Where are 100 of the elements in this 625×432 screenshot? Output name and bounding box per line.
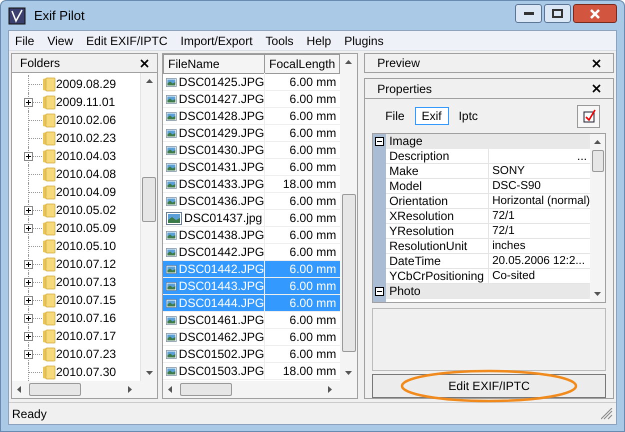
folder-item[interactable]: 2010.07.12: [56, 255, 116, 273]
image-file-icon: [166, 110, 177, 122]
file-name: DSC01429.JPG: [178, 125, 264, 142]
file-row[interactable]: DSC01462.JPG 6.00 mm: [163, 329, 340, 346]
group-header[interactable]: Photo: [386, 284, 421, 299]
tab[interactable]: Iptc: [452, 107, 485, 125]
scroll-up-icon[interactable]: [146, 79, 153, 83]
file-row[interactable]: DSC01425.JPG 6.00 mm: [163, 74, 340, 91]
scroll-left-icon[interactable]: [168, 386, 172, 393]
folder-item[interactable]: 2010.07.15: [56, 291, 116, 309]
folder-item[interactable]: 2009.11.01: [56, 93, 116, 111]
scroll-down-icon[interactable]: [345, 371, 352, 375]
focal-length: 6.00 mm: [288, 329, 338, 346]
horizontal-scrollbar[interactable]: [163, 381, 358, 398]
folder-item[interactable]: 2010.07.13: [56, 273, 116, 291]
close-icon: [589, 8, 601, 18]
expand-icon[interactable]: [24, 332, 33, 341]
scroll-right-icon[interactable]: [128, 386, 132, 393]
expand-icon[interactable]: [24, 296, 33, 305]
expand-icon[interactable]: [24, 98, 33, 107]
scrollbar-thumb[interactable]: [180, 383, 232, 396]
file-row[interactable]: DSC01428.JPG 6.00 mm: [163, 108, 340, 125]
scroll-up-icon[interactable]: [594, 140, 601, 144]
collapse-icon[interactable]: [375, 137, 384, 146]
scroll-down-icon[interactable]: [594, 292, 601, 296]
image-file-icon: [166, 296, 177, 310]
horizontal-scrollbar[interactable]: [12, 381, 158, 398]
folder-icon: [42, 310, 56, 326]
tab[interactable]: Exif: [414, 107, 449, 125]
menu-item[interactable]: Help: [306, 32, 332, 50]
restore-icon: [552, 9, 563, 18]
expand-icon[interactable]: [24, 350, 33, 359]
folder-item[interactable]: 2010.05.09: [56, 219, 116, 237]
scroll-right-icon[interactable]: [328, 386, 332, 393]
menu-item[interactable]: Import/Export: [180, 32, 253, 50]
vertical-scrollbar[interactable]: [590, 134, 605, 302]
maximize-button[interactable]: [544, 4, 571, 23]
vertical-scrollbar[interactable]: [140, 73, 158, 381]
folder-item[interactable]: 2010.07.30: [56, 363, 116, 381]
folder-item[interactable]: 2010.02.06: [56, 111, 116, 129]
file-name: DSC01444.JPG: [178, 295, 264, 312]
scroll-up-icon[interactable]: [345, 60, 352, 64]
menu-item[interactable]: Tools: [266, 32, 294, 50]
tab[interactable]: File: [378, 107, 412, 125]
file-row[interactable]: DSC01431.JPG 6.00 mm: [163, 159, 340, 176]
scrollbar-thumb[interactable]: [29, 383, 81, 396]
file-row[interactable]: DSC01436.JPG 6.00 mm: [163, 193, 340, 210]
checklist-button[interactable]: [577, 104, 600, 128]
scroll-left-icon[interactable]: [17, 386, 21, 393]
file-row[interactable]: DSC01502.JPG 6.00 mm: [163, 346, 340, 363]
file-row[interactable]: DSC01503.JPG 18.00 mm: [163, 363, 340, 380]
focal-length: 6.00 mm: [288, 159, 338, 176]
menu-item[interactable]: Edit EXIF/IPTC: [86, 32, 168, 50]
folder-icon: [42, 256, 56, 272]
app-icon: [8, 6, 26, 24]
folder-item[interactable]: 2009.08.29: [56, 75, 116, 93]
file-row[interactable]: DSC01461.JPG 6.00 mm: [163, 312, 340, 329]
close-icon[interactable]: [592, 84, 601, 93]
folder-item[interactable]: 2010.04.09: [56, 183, 116, 201]
menu-item[interactable]: View: [47, 32, 74, 50]
expand-icon[interactable]: [24, 278, 33, 287]
menu-item[interactable]: File: [15, 32, 34, 50]
scrollbar-thumb[interactable]: [142, 177, 156, 222]
minimize-button[interactable]: [515, 4, 542, 23]
close-button[interactable]: [573, 4, 617, 23]
expand-icon[interactable]: [24, 224, 33, 233]
vertical-scrollbar[interactable]: [340, 54, 358, 381]
scrollbar-thumb[interactable]: [592, 150, 604, 172]
file-row[interactable]: DSC01433.JPG 18.00 mm: [163, 176, 340, 193]
folder-item[interactable]: 2010.05.02: [56, 201, 116, 219]
file-row[interactable]: DSC01429.JPG 6.00 mm: [163, 125, 340, 142]
file-row[interactable]: DSC01427.JPG 6.00 mm: [163, 91, 340, 108]
folder-item[interactable]: 2010.04.08: [56, 165, 116, 183]
expand-icon[interactable]: [24, 260, 33, 269]
file-row[interactable]: DSC01437.jpg 6.00 mm: [163, 210, 340, 227]
focal-length: 6.00 mm: [288, 346, 338, 363]
folder-item[interactable]: 2010.07.16: [56, 309, 116, 327]
folder-item[interactable]: 2010.04.03: [56, 147, 116, 165]
close-icon[interactable]: [140, 58, 150, 68]
close-icon[interactable]: [592, 58, 601, 68]
file-row[interactable]: DSC01430.JPG 6.00 mm: [163, 142, 340, 159]
expand-icon[interactable]: [24, 152, 33, 161]
focal-length: 6.00 mm: [288, 210, 338, 227]
folder-item[interactable]: 2010.07.23: [56, 345, 116, 363]
folder-item[interactable]: 2010.02.23: [56, 129, 116, 147]
column-header[interactable]: FileName: [163, 54, 266, 74]
scrollbar-thumb[interactable]: [342, 194, 356, 352]
expand-icon[interactable]: [24, 206, 33, 215]
expand-icon[interactable]: [24, 314, 33, 323]
menu-item[interactable]: Plugins: [344, 32, 384, 50]
resize-grip-icon[interactable]: [601, 408, 613, 420]
file-row[interactable]: DSC01438.JPG 6.00 mm: [163, 227, 340, 244]
collapse-icon[interactable]: [375, 287, 384, 296]
folder-item[interactable]: 2010.05.10: [56, 237, 116, 255]
column-header[interactable]: FocalLength: [265, 54, 340, 74]
edit-button[interactable]: Edit EXIF/IPTC: [372, 374, 606, 398]
folder-item[interactable]: 2010.07.17: [56, 327, 116, 345]
scroll-down-icon[interactable]: [146, 371, 153, 375]
focal-length: 6.00 mm: [288, 142, 338, 159]
group-header[interactable]: Image: [386, 134, 423, 149]
